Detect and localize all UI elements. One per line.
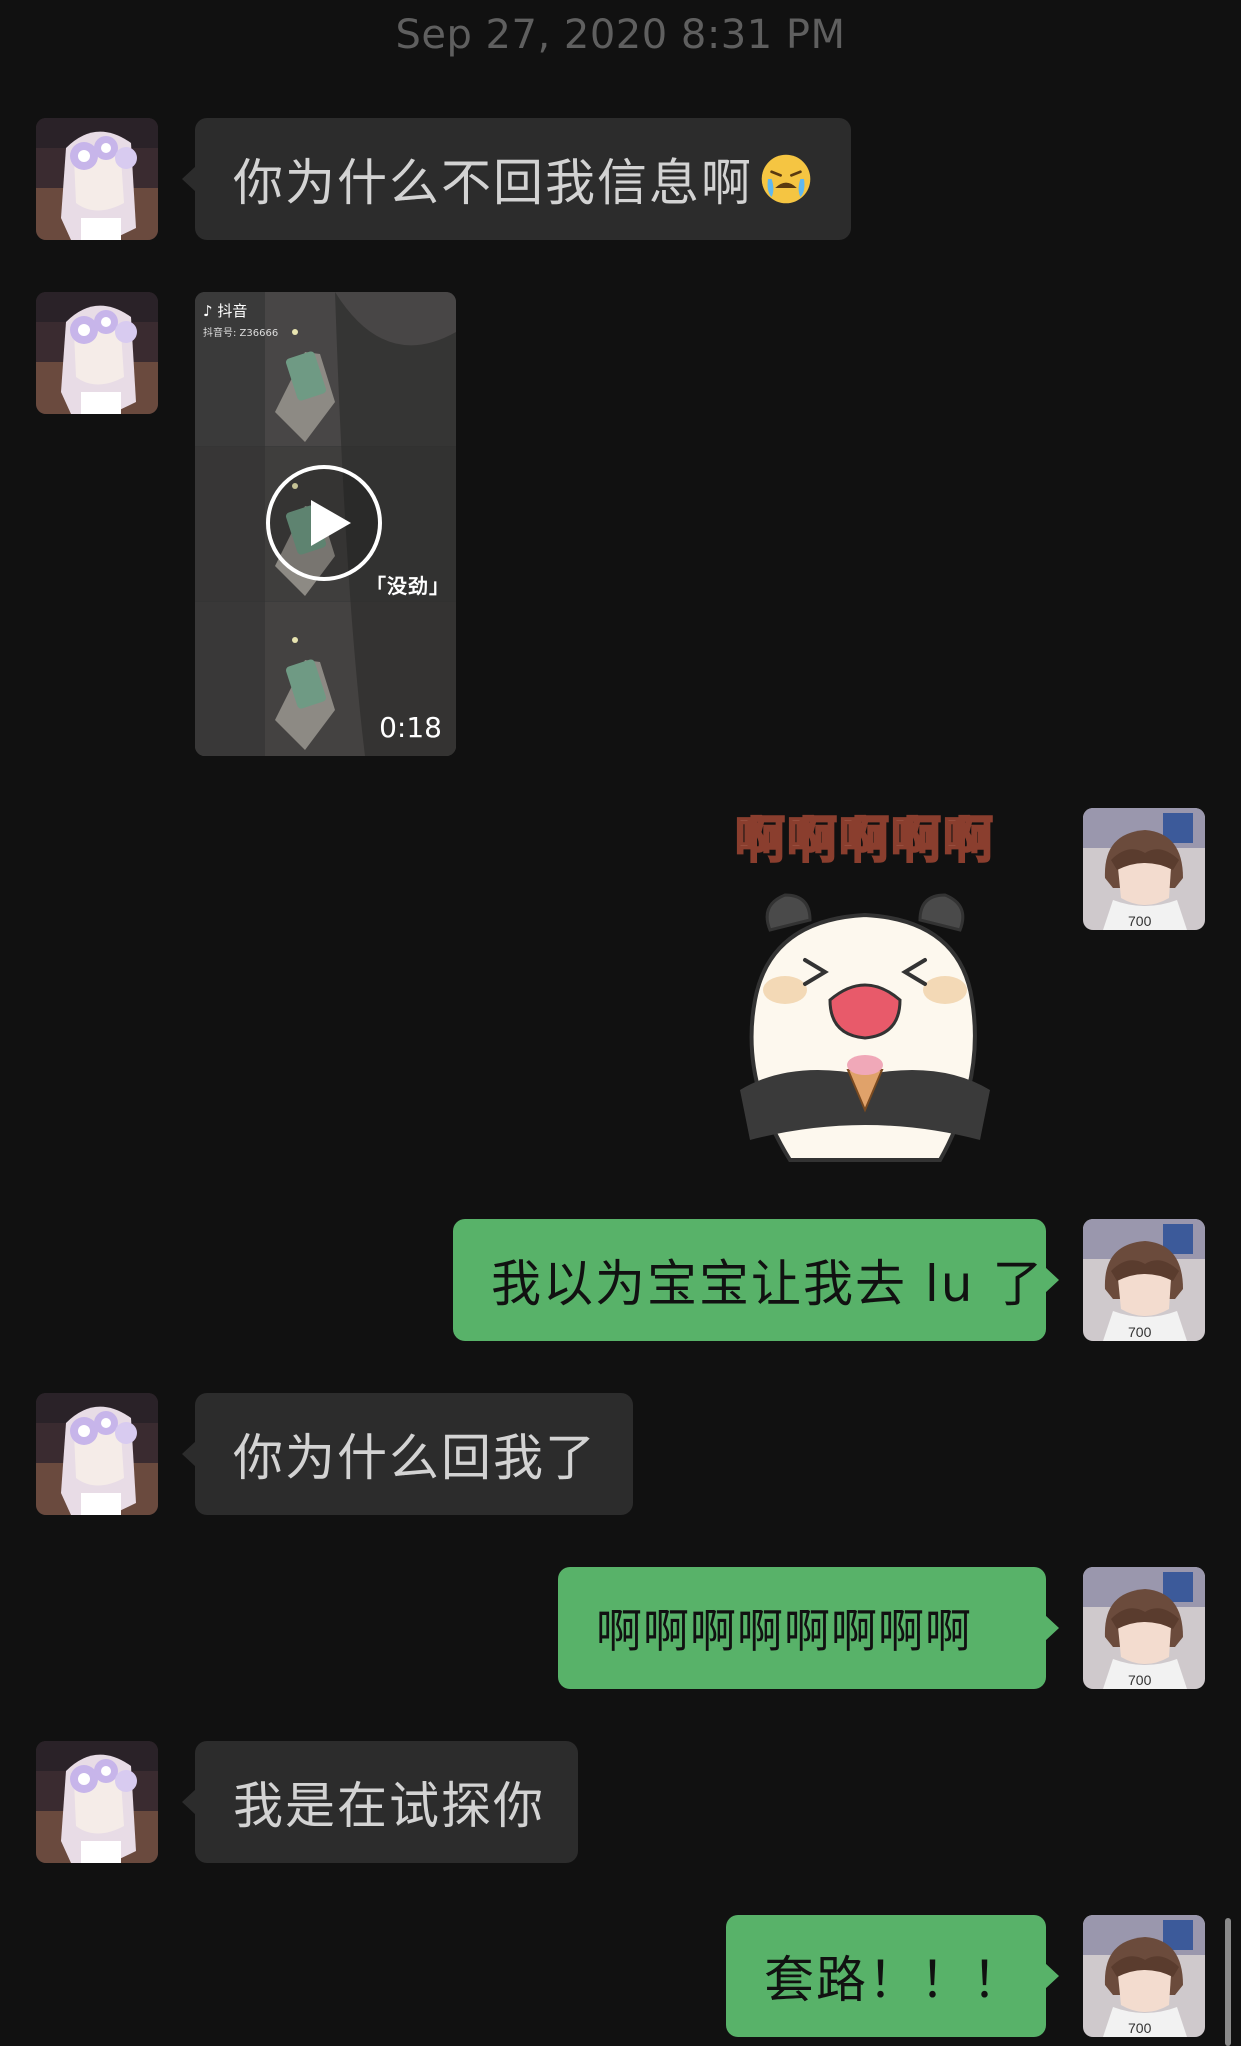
message-bubble-incoming[interactable]: 你为什么回我了 <box>182 1393 633 1515</box>
message-bubble-incoming[interactable]: 我是在试探你 <box>182 1741 578 1863</box>
my-avatar[interactable] <box>1083 1219 1205 1341</box>
my-avatar[interactable] <box>1083 1567 1205 1689</box>
contact-avatar[interactable] <box>36 1741 158 1863</box>
sticker-message[interactable]: 啊啊啊啊啊 <box>700 800 1030 1172</box>
message-bubble-outgoing[interactable]: 套路！！！ <box>726 1915 1059 2037</box>
message-text: 你为什么不回我信息啊 <box>233 154 753 212</box>
tiktok-account-id: 抖音号: Z36666 <box>203 328 279 339</box>
play-icon[interactable] <box>265 464 383 582</box>
message-bubble-outgoing[interactable]: 啊啊啊啊啊啊啊啊 <box>558 1567 1059 1689</box>
message-timestamp: Sep 27, 2020 8:31 PM <box>395 12 846 58</box>
crying-panda-sticker <box>740 893 990 1162</box>
scrollbar[interactable] <box>1225 1918 1231 2046</box>
message-text: 套路！！！ <box>764 1951 1024 2009</box>
message-bubble-outgoing[interactable]: 我以为宝宝让我去 lu 了 <box>453 1219 1059 1341</box>
chat-screen: Sep 27, 2020 8:31 PM 你为什么不回我信息啊 ♪ 抖音 抖音号… <box>0 0 1241 2046</box>
message-text: 你为什么回我了 <box>233 1429 597 1487</box>
message-text: 我是在试探你 <box>233 1777 545 1835</box>
message-bubble-incoming[interactable]: 你为什么不回我信息啊 <box>182 118 851 240</box>
message-text: 我以为宝宝让我去 lu 了 <box>491 1255 1045 1313</box>
contact-avatar[interactable] <box>36 292 158 414</box>
video-caption: 「没劲」 <box>366 574 450 598</box>
contact-avatar[interactable] <box>36 118 158 240</box>
message-text: 啊啊啊啊啊啊啊啊 <box>596 1604 972 1658</box>
my-avatar[interactable] <box>1083 1915 1205 2037</box>
video-message[interactable]: ♪ 抖音 抖音号: Z36666 「没劲」 0:18 <box>195 292 456 756</box>
video-duration: 0:18 <box>379 711 442 744</box>
tiktok-logo: ♪ 抖音 <box>203 302 248 320</box>
my-avatar[interactable] <box>1083 808 1205 930</box>
crying-face-emoji <box>761 154 811 204</box>
contact-avatar[interactable] <box>36 1393 158 1515</box>
